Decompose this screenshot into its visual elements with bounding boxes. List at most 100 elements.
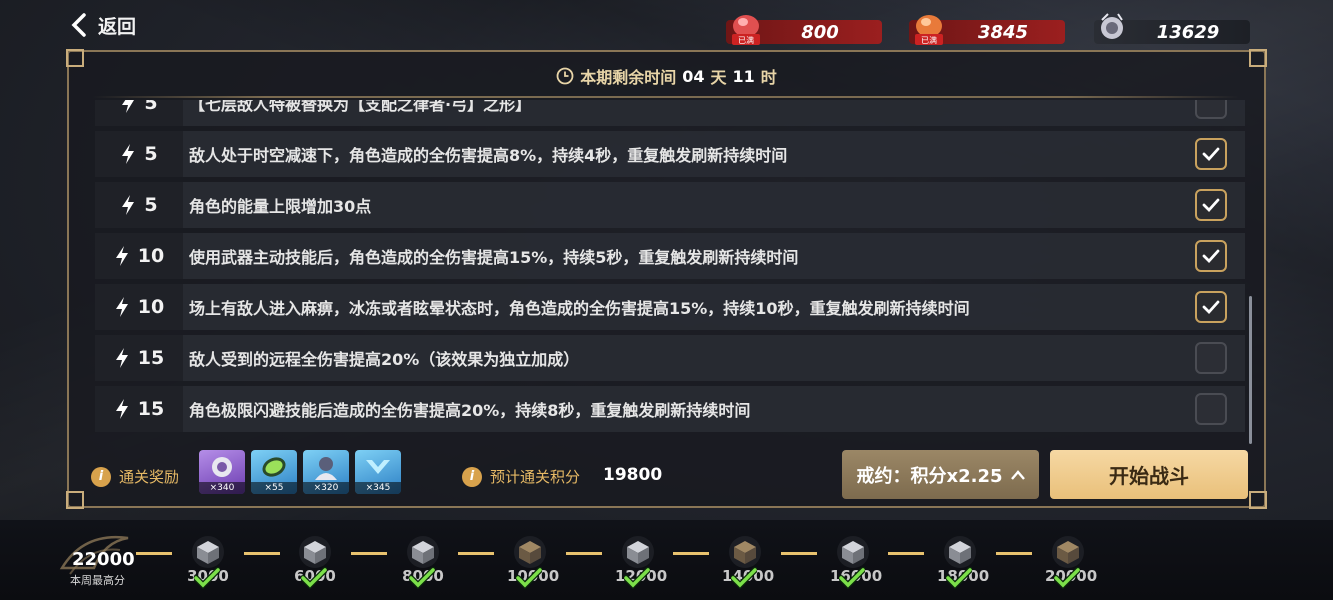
reward-label: i 通关奖励: [91, 466, 179, 487]
reward-item[interactable]: ×345: [355, 450, 401, 494]
milestone-node[interactable]: 20000: [1045, 531, 1097, 589]
lightning-icon: [115, 297, 128, 317]
timer-hours: 11: [732, 66, 755, 86]
contract-description: 敌人处于时空减速下，角色造成的全伤害提高8%，持续4秒，重复触发刷新持续时间: [189, 146, 788, 165]
currency-value: 13629: [1156, 21, 1220, 43]
currency-value: 800: [801, 21, 839, 43]
reward-item[interactable]: ×340: [199, 450, 245, 494]
contract-list[interactable]: 5 【七层敌人特被替换为【支配之律者·弓】之形】 5 敌人处于时空减速下，角色造成的全…: [95, 100, 1245, 446]
scrollbar[interactable]: [1249, 296, 1252, 444]
reward-qty: ×320: [303, 482, 349, 494]
milestone-node[interactable]: 6000: [292, 531, 338, 589]
contract-row[interactable]: 5 角色的能量上限增加30点: [95, 182, 1245, 228]
silver-badge-icon: [1101, 13, 1123, 39]
contract-row[interactable]: 15 敌人受到的远程全伤害提高20%（该效果为独立加成）: [95, 335, 1245, 381]
milestone-node[interactable]: 18000: [937, 531, 989, 589]
contract-row[interactable]: 10 场上有敌人进入麻痹，冰冻或者眩晕状态时，角色造成的全伤害提高15%，持续10…: [95, 284, 1245, 330]
chevron-up-icon: [1010, 469, 1025, 480]
info-icon[interactable]: i: [91, 466, 111, 487]
lightning-icon: [122, 100, 135, 113]
chevron-left-icon: [71, 13, 86, 37]
pact-toggle-button[interactable]: 戒约：积分x2.25: [842, 450, 1039, 499]
corner-ornament: [66, 491, 84, 509]
claimed-check-icon: [1054, 567, 1080, 589]
claimed-check-icon: [516, 567, 542, 589]
back-label: 返回: [98, 15, 137, 38]
full-badge: 已满: [921, 35, 937, 45]
claimed-check-icon: [946, 567, 972, 589]
reward-item[interactable]: ×55: [251, 450, 297, 494]
contract-checkbox[interactable]: [1195, 189, 1227, 221]
track-segment: [673, 552, 709, 555]
currency-orange-gem[interactable]: 已满 3845: [909, 15, 1065, 45]
cost-value: 5: [144, 194, 158, 216]
check-icon: [1202, 249, 1220, 264]
cost-value: 10: [137, 296, 165, 318]
contract-checkbox[interactable]: [1195, 393, 1227, 425]
claimed-check-icon: [624, 567, 650, 589]
start-battle-button[interactable]: 开始战斗: [1050, 450, 1248, 499]
milestone-node[interactable]: 14000: [722, 531, 774, 589]
contract-row[interactable]: 15 角色极限闪避技能后造成的全伤害提高20%，持续8秒，重复触发刷新持续时间: [95, 386, 1245, 432]
reward-chest-icon: [837, 536, 869, 568]
contract-checkbox[interactable]: [1195, 342, 1227, 374]
currency-red-gem[interactable]: 已满 800: [726, 15, 882, 45]
score-label-text: 预计通关积分: [490, 468, 581, 486]
lightning-icon: [115, 399, 128, 419]
reward-chest-icon: [729, 536, 761, 568]
contract-row[interactable]: 5 敌人处于时空减速下，角色造成的全伤害提高8%，持续4秒，重复触发刷新持续时间: [95, 131, 1245, 177]
reward-list: ×340 ×55 ×320 ×345: [199, 450, 401, 494]
track-segment: [244, 552, 280, 555]
milestone-node[interactable]: 8000: [400, 531, 446, 589]
milestone-node[interactable]: 3000: [185, 531, 231, 589]
contract-cost: 5: [95, 131, 183, 177]
reward-chest-icon: [622, 536, 654, 568]
contract-row[interactable]: 5 【七层敌人特被替换为【支配之律者·弓】之形】: [95, 100, 1245, 126]
reward-qty: ×345: [355, 482, 401, 494]
best-score-label: 本周最高分: [70, 574, 125, 587]
divider: [93, 96, 1239, 98]
silver-badge-icon: [212, 457, 232, 477]
back-button[interactable]: 返回: [70, 8, 136, 42]
reward-chest-icon: [192, 536, 224, 568]
blue-chevron-icon: [366, 460, 390, 474]
lightning-icon: [122, 144, 135, 164]
timer-days: 04: [682, 66, 705, 86]
orange-gem-icon: 已满: [915, 15, 943, 45]
contract-cost: 10: [95, 233, 183, 279]
timer-prefix: 本期剩余时间: [580, 68, 677, 87]
best-score-value: 22000: [72, 549, 135, 570]
red-gem-icon: 已满: [732, 15, 760, 45]
check-icon: [1202, 198, 1220, 213]
cost-value: 5: [144, 143, 158, 165]
contract-checkbox[interactable]: [1195, 100, 1227, 119]
milestone-node[interactable]: 16000: [830, 531, 882, 589]
reward-chest-icon: [407, 536, 439, 568]
contract-description: 角色极限闪避技能后造成的全伤害提高20%，持续8秒，重复触发刷新持续时间: [189, 401, 751, 420]
lightning-icon: [122, 195, 135, 215]
track-segment: [781, 552, 817, 555]
contract-description: 角色的能量上限增加30点: [189, 197, 372, 216]
reward-chest-icon: [1052, 536, 1084, 568]
contract-checkbox[interactable]: [1195, 291, 1227, 323]
reward-item[interactable]: ×320: [303, 450, 349, 494]
reward-chest-icon: [299, 536, 331, 568]
expected-score: 19800: [603, 465, 663, 485]
lightning-icon: [115, 348, 128, 368]
contract-checkbox[interactable]: [1195, 240, 1227, 272]
contract-row[interactable]: 10 使用武器主动技能后，角色造成的全伤害提高15%，持续5秒，重复触发刷新持续时…: [95, 233, 1245, 279]
info-icon[interactable]: i: [462, 466, 482, 487]
reward-qty: ×340: [199, 482, 245, 494]
character-token-icon: [315, 457, 337, 480]
cost-value: 10: [137, 245, 165, 267]
claimed-check-icon: [194, 567, 220, 589]
contract-checkbox[interactable]: [1195, 138, 1227, 170]
contract-description: 使用武器主动技能后，角色造成的全伤害提高15%，持续5秒，重复触发刷新持续时间: [189, 248, 799, 267]
currency-value: 3845: [977, 21, 1029, 43]
reward-chest-icon: [514, 536, 546, 568]
green-crystal-icon: [262, 457, 286, 477]
milestone-node[interactable]: 10000: [507, 531, 559, 589]
corner-ornament: [1249, 491, 1267, 509]
milestone-node[interactable]: 12000: [615, 531, 667, 589]
currency-silver-badge[interactable]: 13629: [1094, 13, 1250, 44]
